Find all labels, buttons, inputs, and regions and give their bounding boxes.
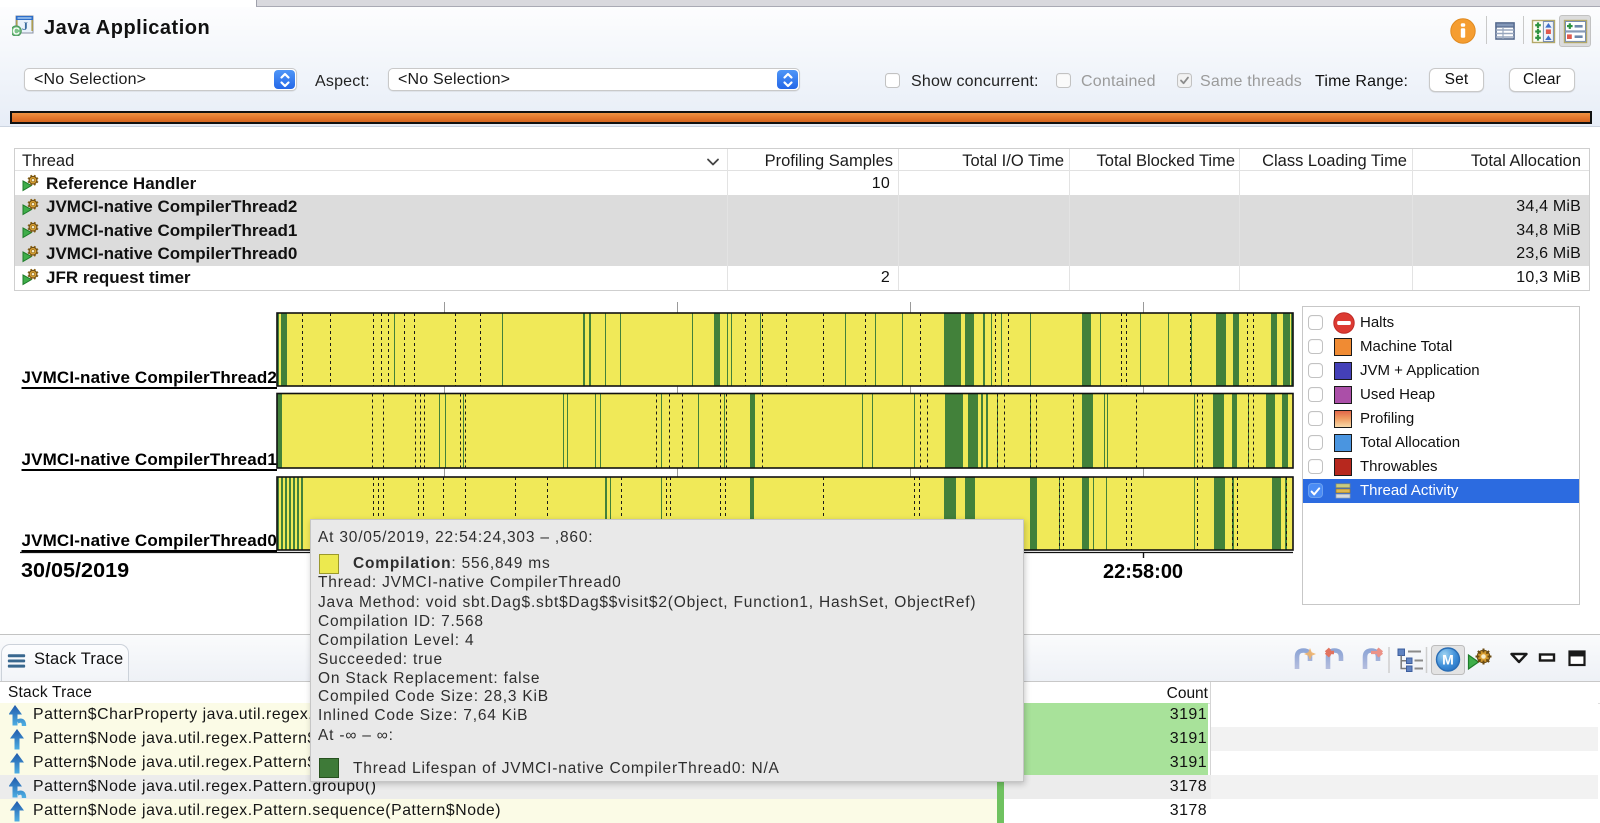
svg-text:C: C [13,27,20,36]
svg-text:J: J [22,19,28,33]
svg-text:M: M [1442,652,1454,668]
